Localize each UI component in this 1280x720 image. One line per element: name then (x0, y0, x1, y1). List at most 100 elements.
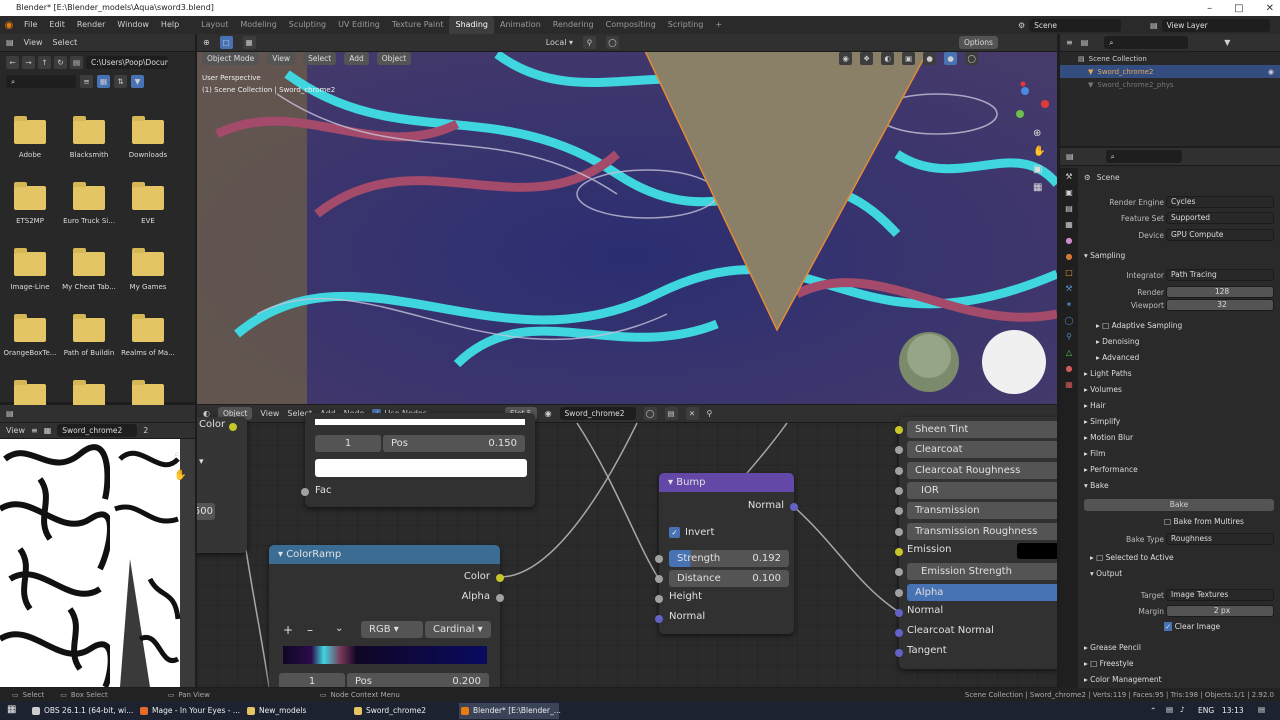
windows-start-icon[interactable]: ▦ (7, 704, 16, 715)
minimize-icon[interactable]: – (1207, 3, 1212, 14)
add-stop-icon[interactable]: + (283, 623, 293, 637)
strength-socket[interactable] (655, 555, 663, 563)
pan-hand-icon[interactable]: ✋ (174, 470, 186, 481)
vp-menu-object[interactable]: Object (376, 51, 412, 65)
vp-menu-select[interactable]: Select (303, 51, 337, 65)
folder-item[interactable]: Realms of Ma... (119, 314, 177, 357)
tray-volume-icon[interactable]: ♪ (1180, 705, 1185, 714)
bake-button[interactable]: Bake (1084, 499, 1274, 511)
transmission-field[interactable]: Transmission (907, 502, 1057, 519)
folder-item[interactable]: My Cheat Tab... (60, 248, 118, 291)
fb-menu-view[interactable]: View (24, 38, 43, 47)
menu-file[interactable]: File (18, 16, 43, 34)
taskbar-item-explorer-models[interactable]: New_models (245, 703, 345, 719)
notifications-icon[interactable]: ▤ (1258, 705, 1265, 714)
stop-index-field[interactable]: 1 (315, 435, 381, 452)
folder-item[interactable]: Blacksmith (60, 116, 118, 159)
image-name-field[interactable]: Sword_chrome2 (57, 424, 138, 437)
tab-scripting[interactable]: Scripting (662, 16, 710, 34)
input-socket[interactable] (895, 528, 903, 536)
simplify-panel[interactable]: ▸ Simplify (1084, 417, 1120, 426)
display-mode-icon[interactable]: ▤ (1081, 38, 1089, 47)
select-box-icon[interactable]: □ (219, 36, 233, 49)
scene-collection-row[interactable]: ▤ Scene Collection (1060, 52, 1280, 65)
transform-orientation[interactable]: Local ▾ (546, 38, 573, 47)
stop-index-field[interactable]: 1 (279, 673, 345, 687)
input-socket[interactable] (895, 467, 903, 475)
fac-socket[interactable] (301, 488, 309, 496)
folder-item[interactable]: OrangeBoxTe... (1, 314, 59, 357)
emission-color-swatch[interactable] (1017, 543, 1057, 559)
folder-item[interactable]: Adobe (1, 116, 59, 159)
color-mode-dropdown[interactable]: RGB ▾ (361, 621, 423, 638)
folder-item[interactable]: Path of Buildin (60, 314, 118, 357)
volumes-panel[interactable]: ▸ Volumes (1084, 385, 1122, 394)
distance-field[interactable]: Distance 0.100 (669, 570, 789, 587)
add-workspace-icon[interactable]: + (709, 16, 728, 34)
refresh-icon[interactable]: ↻ (54, 55, 67, 69)
emission-strength-field[interactable]: Emission Strength (907, 563, 1057, 580)
tab-sculpting[interactable]: Sculpting (283, 16, 332, 34)
tab-texture-paint[interactable]: Texture Paint (386, 16, 450, 34)
folder-item[interactable]: ETS2MP (1, 182, 59, 225)
height-socket[interactable] (655, 595, 663, 603)
ie-menu-view[interactable]: View (6, 426, 25, 435)
advanced-subpanel[interactable]: ▸ Advanced (1096, 353, 1139, 362)
visibility-icon[interactable]: ◉ (839, 51, 853, 65)
render-samples-field[interactable]: 128 (1166, 286, 1274, 298)
taskbar-item-firefox[interactable]: Mage - In Your Eyes - ... (138, 703, 240, 719)
grid-icon[interactable]: ▦ (1033, 182, 1045, 193)
color-socket[interactable] (229, 423, 237, 431)
language-indicator[interactable]: ENG (1198, 706, 1214, 715)
dropdown-arrow-icon[interactable]: ▾ (199, 457, 204, 467)
input-socket[interactable] (895, 589, 903, 597)
menu-edit[interactable]: Edit (43, 16, 71, 34)
margin-field[interactable]: 2 px (1166, 605, 1274, 617)
normal-input-socket[interactable] (655, 615, 663, 623)
filter-icon[interactable]: ▼ (131, 74, 144, 88)
editor-type-icon[interactable]: ▤ (1066, 152, 1074, 161)
folder-item[interactable]: My Games (119, 248, 177, 291)
close-icon[interactable]: ✕ (1266, 3, 1274, 14)
emission-socket[interactable] (895, 548, 903, 556)
select-mode-icon[interactable]: ▦ (242, 36, 256, 49)
menu-render[interactable]: Render (71, 16, 111, 34)
normal-output-socket[interactable] (790, 503, 798, 511)
new-folder-icon[interactable]: ▤ (70, 55, 83, 69)
outliner-search-input[interactable]: ⌕ (1104, 36, 1189, 49)
folder-item[interactable]: Downloads (119, 116, 177, 159)
stop-pos-field[interactable]: Pos 0.200 (347, 673, 489, 687)
input-socket[interactable] (895, 426, 903, 434)
physics-tab-icon[interactable]: ◯ (1065, 316, 1074, 325)
stop-color-swatch[interactable] (315, 459, 527, 477)
properties-search-input[interactable]: ⌕ (1105, 150, 1182, 163)
vp-menu-add[interactable]: Add (344, 51, 369, 65)
fb-search-input[interactable]: ⌕ (6, 74, 76, 88)
view-layer-name[interactable]: View Layer (1161, 19, 1270, 32)
outliner-item[interactable]: ▼ Sword_chrome2 ◉ (1060, 65, 1280, 78)
denoising-subpanel[interactable]: ▸ Denoising (1096, 337, 1139, 346)
tab-compositing[interactable]: Compositing (600, 16, 662, 34)
vp-menu-view[interactable]: View (267, 51, 296, 65)
editor-type-icon[interactable]: ▤ (6, 38, 14, 47)
back-icon[interactable]: ← (6, 55, 19, 69)
color-management-panel[interactable]: ▸ Color Management (1084, 675, 1162, 684)
maximize-icon[interactable]: □ (1234, 3, 1243, 14)
editor-type-icon[interactable]: ▤ (6, 409, 14, 418)
output-subpanel[interactable]: ▾ Output (1090, 569, 1122, 578)
folder-item[interactable]: Image-Line (1, 248, 59, 291)
eye-icon[interactable]: ◉ (1268, 68, 1274, 76)
invert-checkbox[interactable]: ✓ Invert (669, 527, 714, 538)
clearcoat-normal-socket[interactable] (895, 629, 903, 637)
xray-icon[interactable]: ▣ (902, 51, 916, 65)
film-panel[interactable]: ▸ Film (1084, 449, 1105, 458)
parent-dir-icon[interactable]: ↑ (38, 55, 51, 69)
clock[interactable]: 13:13 (1222, 706, 1244, 715)
camera-icon[interactable]: ▣ (1033, 164, 1045, 175)
blender-logo-icon[interactable]: ◉ (0, 20, 18, 31)
node-editor[interactable]: ◐ Object View Select Add Node ✓Use Nodes… (197, 405, 1057, 687)
principled-bsdf-node[interactable]: Sheen Tint Clearcoat Clearcoat Roughness… (895, 417, 1057, 669)
ramp-menu-icon[interactable]: ⌄ (335, 623, 343, 634)
clear-image-checkbox[interactable]: ✓ Clear Image (1164, 622, 1220, 631)
taskbar-item-obs[interactable]: OBS 26.1.1 (64-bit, wi... (30, 703, 133, 719)
